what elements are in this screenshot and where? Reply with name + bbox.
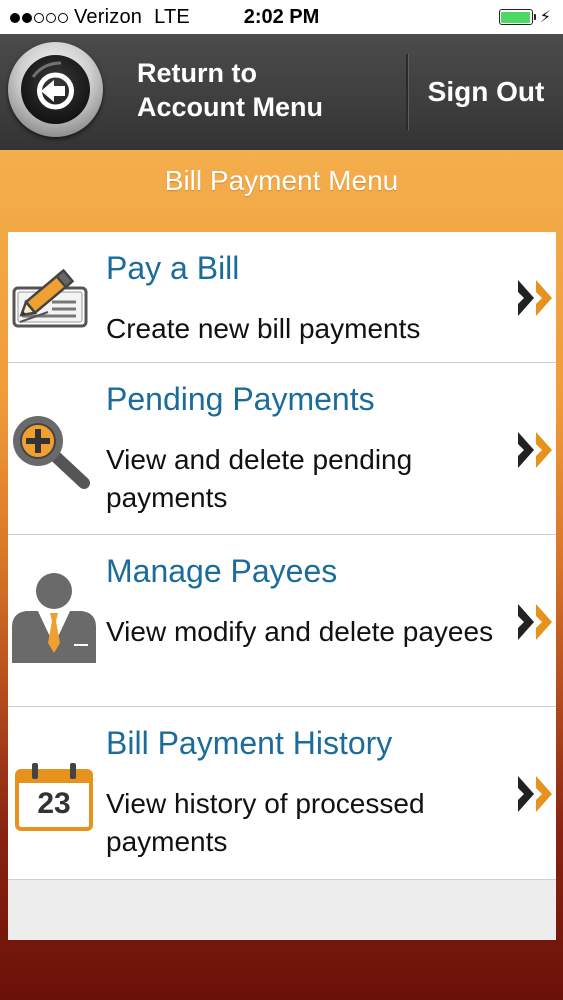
back-arrow-icon <box>21 55 90 124</box>
menu-item-title: Pending Payments <box>106 381 375 417</box>
menu-item-pay-a-bill[interactable]: Pay a Bill Create new bill payments <box>8 232 556 363</box>
return-to-account-menu-button[interactable]: Return to Account Menu <box>0 34 405 150</box>
charging-bolt-icon: ⚡ <box>539 9 551 26</box>
double-chevron-right-icon <box>518 604 552 640</box>
menu-item-description: Create new bill payments <box>106 313 421 344</box>
return-label-line1: Return to <box>137 58 257 88</box>
return-label-line2: Account Menu <box>137 92 323 122</box>
menu-item-title: Bill Payment History <box>106 725 393 761</box>
menu-item-description: View modify and delete payees <box>106 616 494 647</box>
double-chevron-right-icon <box>518 776 552 812</box>
person-icon <box>12 573 96 663</box>
menu-item-description: View history of processed payments <box>106 788 425 857</box>
menu-item-title: Manage Payees <box>106 553 338 589</box>
sign-out-button[interactable]: Sign Out <box>409 34 563 150</box>
bill-payment-menu: Pay a Bill Create new bill payments Pend… <box>8 232 556 940</box>
menu-item-manage-payees[interactable]: Manage Payees View modify and delete pay… <box>8 535 556 707</box>
menu-item-description: View and delete pending payments <box>106 444 413 513</box>
back-button-ring <box>8 42 103 137</box>
page-title: Bill Payment Menu <box>164 165 399 196</box>
battery-icon <box>498 9 533 25</box>
return-label: Return to Account Menu <box>137 56 323 124</box>
menu-item-title: Pay a Bill <box>106 250 240 286</box>
status-right: ⚡ <box>498 7 551 27</box>
double-chevron-right-icon <box>518 280 552 316</box>
calendar-icon: 23 <box>14 761 94 833</box>
status-bar: Verizon LTE 2:02 PM ⚡ <box>0 0 563 34</box>
app-header: Return to Account Menu Sign Out <box>0 34 563 150</box>
clock: 2:02 PM <box>243 6 320 28</box>
double-chevron-right-icon <box>518 432 552 468</box>
magnifier-plus-icon <box>13 416 90 489</box>
menu-item-bill-payment-history[interactable]: 23 Bill Payment History View history of … <box>8 707 556 880</box>
calendar-day: 23 <box>37 787 71 820</box>
menu-item-pending-payments[interactable]: Pending Payments View and delete pending… <box>8 363 556 535</box>
pencil-check-icon <box>12 268 88 328</box>
